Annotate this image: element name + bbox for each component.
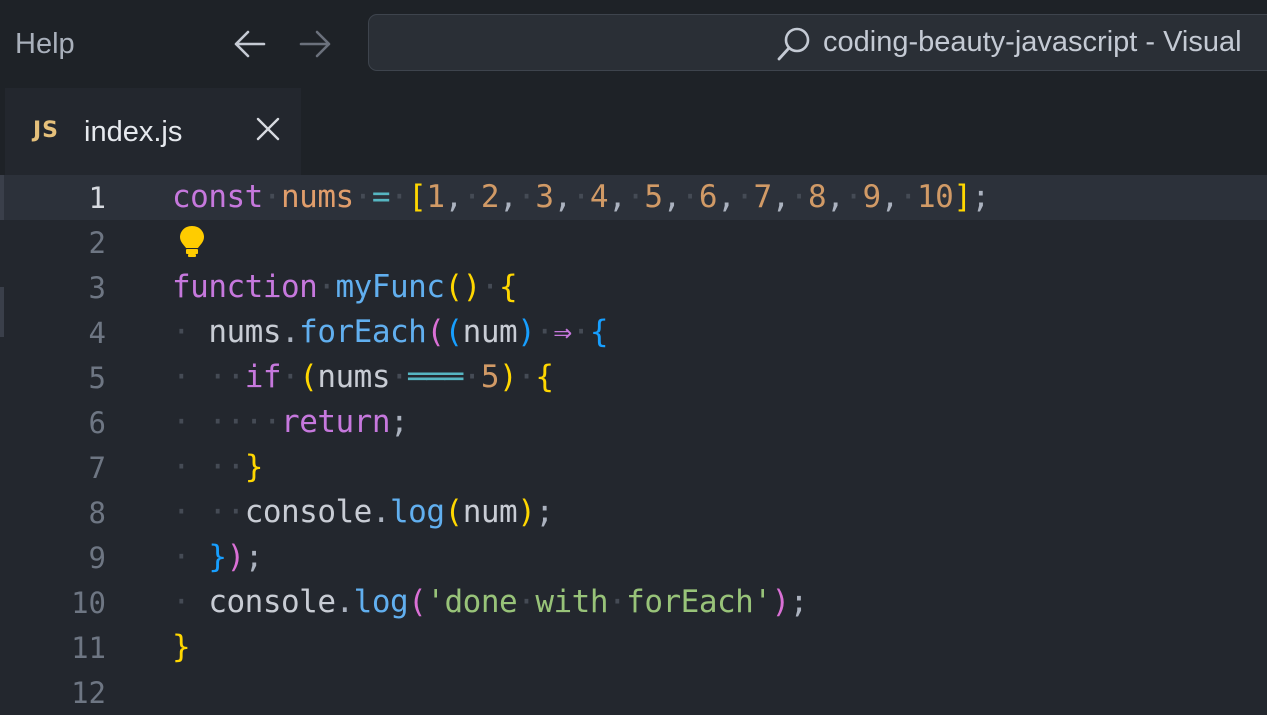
code-line[interactable]: 1 const·nums·=·[1,·2,·3,·4,·5,·6,·7,·8,·… <box>0 175 1267 220</box>
arrow-left-icon[interactable] <box>232 24 268 64</box>
code-line[interactable]: 11 } <box>0 625 1267 670</box>
close-icon[interactable] <box>253 114 283 144</box>
code-text: · ··if·(nums·═══·5)·{ <box>172 359 554 395</box>
line-number: 6 <box>88 406 106 440</box>
code-line[interactable]: 3 function·myFunc()·{ <box>0 265 1267 310</box>
code-text: const·nums·=·[1,·2,·3,·4,·5,·6,·7,·8,·9,… <box>172 179 990 215</box>
code-text: · console.log('done·with·forEach'); <box>172 584 808 620</box>
line-number: 3 <box>88 271 106 305</box>
line-number: 8 <box>88 496 106 530</box>
line-number: 10 <box>71 586 106 620</box>
code-line[interactable]: 5 · ··if·(nums·═══·5)·{ <box>0 355 1267 400</box>
code-text: function·myFunc()·{ <box>172 269 518 305</box>
search-icon <box>775 25 813 63</box>
line-number: 11 <box>71 631 106 665</box>
line-number: 12 <box>71 676 106 710</box>
js-icon: JS <box>33 118 60 143</box>
code-text: · ····return; <box>172 404 409 440</box>
line-number: 9 <box>88 541 106 575</box>
code-line[interactable]: 2 <box>0 220 1267 265</box>
tab-label: index.js <box>84 116 183 148</box>
code-text: · ··} <box>172 449 263 485</box>
lightbulb-icon[interactable] <box>178 224 206 260</box>
code-editor[interactable]: 1 const·nums·=·[1,·2,·3,·4,·5,·6,·7,·8,·… <box>0 175 1267 711</box>
line-number: 2 <box>88 226 106 260</box>
menu-help[interactable]: Help <box>15 28 75 61</box>
tab-index-js[interactable]: JS index.js <box>5 88 301 175</box>
code-line[interactable]: 7 · ··} <box>0 445 1267 490</box>
arrow-right-icon[interactable] <box>297 24 333 64</box>
code-line[interactable]: 6 · ····return; <box>0 400 1267 445</box>
line-number: 7 <box>88 451 106 485</box>
code-text: · ··console.log(num); <box>172 494 554 530</box>
line-number: 4 <box>88 316 106 350</box>
line-number: 5 <box>88 361 106 395</box>
code-line[interactable]: 4 · nums.forEach((num)·⇒·{ <box>0 310 1267 355</box>
code-line[interactable]: 9 · }); <box>0 535 1267 580</box>
code-text: } <box>172 629 191 665</box>
code-text: · }); <box>172 539 263 575</box>
code-line[interactable]: 12 <box>0 670 1267 715</box>
code-text: · nums.forEach((num)·⇒·{ <box>172 314 609 350</box>
title-bar: Help coding-beauty-javascript - Visual <box>0 0 1267 88</box>
command-center[interactable]: coding-beauty-javascript - Visual <box>368 14 1267 71</box>
line-number: 1 <box>88 181 106 215</box>
tab-bar: JS index.js <box>0 88 1267 175</box>
command-center-title: coding-beauty-javascript - Visual <box>823 26 1242 58</box>
code-line[interactable]: 10 · console.log('done·with·forEach'); <box>0 580 1267 625</box>
code-line[interactable]: 8 · ··console.log(num); <box>0 490 1267 535</box>
